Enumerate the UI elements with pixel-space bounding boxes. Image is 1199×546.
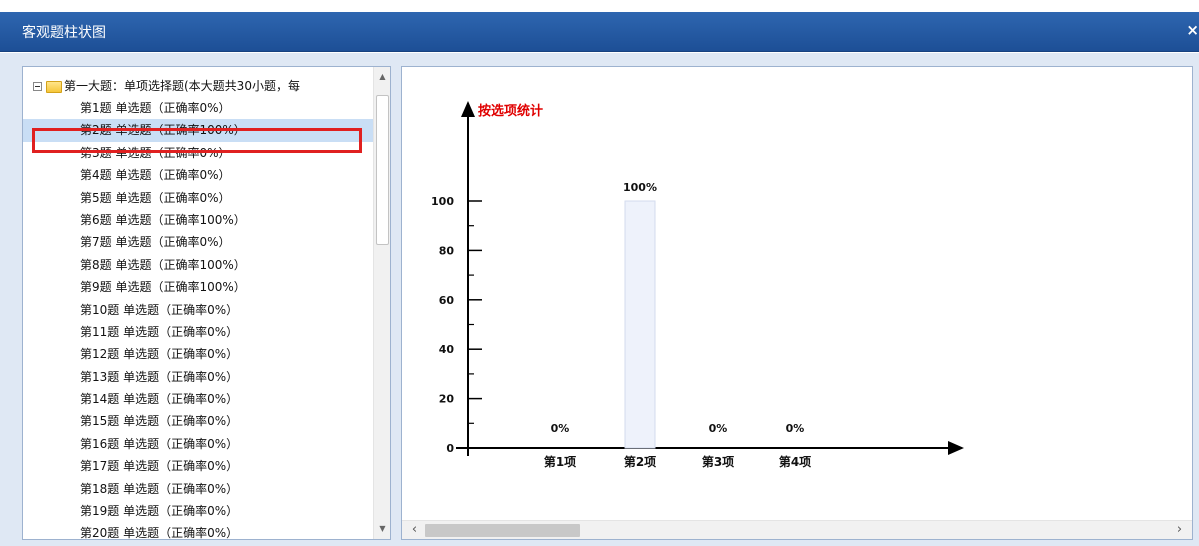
y-tick-label-40: 40 — [439, 343, 455, 356]
tree-item-question-14[interactable]: 第14题 单选题（正确率0%） — [23, 388, 373, 410]
question-list: 第1题 单选题（正确率0%） 第2题 单选题（正确率100%） 第3题 单选题（正确… — [23, 97, 373, 539]
tree-item-question-17[interactable]: 第17题 单选题（正确率0%） — [23, 455, 373, 477]
horizontal-scrollbar[interactable]: ‹ › — [402, 520, 1192, 539]
bar-chart: 按选项统计 0 20 40 60 80 100 0% 第1项 100% 第2项 0% 第3项 0% 第4项 — [431, 101, 964, 469]
scroll-up-icon[interactable]: ▲ — [374, 69, 390, 85]
folder-icon — [46, 80, 62, 93]
tree-root-node[interactable]: 第一大题：单项选择题(本大题共30小题，每 — [33, 77, 379, 95]
tree-item-question-15[interactable]: 第15题 单选题（正确率0%） — [23, 410, 373, 432]
vertical-scroll-thumb[interactable] — [376, 95, 389, 245]
tree-item-question-12[interactable]: 第12题 单选题（正确率0%） — [23, 343, 373, 365]
value-label-3: 0% — [709, 422, 728, 435]
value-label-4: 0% — [786, 422, 805, 435]
scroll-left-icon[interactable]: ‹ — [406, 521, 423, 539]
tree-item-question-18[interactable]: 第18题 单选题（正确率0%） — [23, 478, 373, 500]
y-tick-label-80: 80 — [439, 244, 455, 257]
tree-item-question-6[interactable]: 第6题 单选题（正确率100%） — [23, 209, 373, 231]
tree-item-question-16[interactable]: 第16题 单选题（正确率0%） — [23, 433, 373, 455]
tree-item-question-20[interactable]: 第20题 单选题（正确率0%） — [23, 522, 373, 539]
vertical-scrollbar[interactable]: ▲ ▼ — [373, 67, 390, 539]
tree-item-question-10[interactable]: 第10题 单选题（正确率0%） — [23, 299, 373, 321]
y-tick-label-20: 20 — [439, 393, 455, 406]
bar-2 — [624, 200, 656, 449]
x-tick-label-1: 第1项 — [544, 454, 576, 469]
tree-item-question-2[interactable]: 第2题 单选题（正确率100%） — [23, 119, 373, 142]
collapse-icon[interactable] — [33, 82, 42, 91]
horizontal-scroll-thumb[interactable] — [425, 524, 580, 537]
dialog-body: 第一大题：单项选择题(本大题共30小题，每 第1题 单选题（正确率0%） 第2题 … — [0, 53, 1199, 546]
value-label-1: 0% — [551, 422, 570, 435]
window-titlebar: 客观题柱状图 × — [0, 0, 1199, 53]
tree-item-question-19[interactable]: 第19题 单选题（正确率0%） — [23, 500, 373, 522]
y-tick-label-0: 0 — [446, 442, 454, 455]
chart-title: 按选项统计 — [478, 103, 543, 119]
chart-panel: 按选项统计 0 20 40 60 80 100 0% 第1项 100% 第2项 0% 第3项 0% 第4项 … — [401, 66, 1193, 540]
tree-item-question-5[interactable]: 第5题 单选题（正确率0%） — [23, 187, 373, 209]
tree-item-question-13[interactable]: 第13题 单选题（正确率0%） — [23, 366, 373, 388]
close-icon[interactable]: × — [1185, 20, 1199, 40]
tree-item-question-4[interactable]: 第4题 单选题（正确率0%） — [23, 164, 373, 186]
tree-item-question-3[interactable]: 第3题 单选题（正确率0%） — [23, 142, 373, 164]
question-tree-panel: 第一大题：单项选择题(本大题共30小题，每 第1题 单选题（正确率0%） 第2题 … — [22, 66, 391, 540]
tree-item-question-7[interactable]: 第7题 单选题（正确率0%） — [23, 231, 373, 253]
value-label-2: 100% — [623, 181, 657, 194]
titlebar-bar[interactable]: 客观题柱状图 × — [0, 12, 1199, 52]
x-tick-label-2: 第2项 — [624, 454, 656, 469]
x-tick-label-4: 第4项 — [779, 454, 811, 469]
y-tick-label-100: 100 — [431, 195, 454, 208]
x-tick-label-3: 第3项 — [702, 454, 734, 469]
window-title: 客观题柱状图 — [22, 25, 106, 41]
tree-root-label: 第一大题：单项选择题(本大题共30小题，每 — [64, 79, 300, 93]
tree-item-question-8[interactable]: 第8题 单选题（正确率100%） — [23, 254, 373, 276]
y-tick-label-60: 60 — [439, 294, 455, 307]
scroll-right-icon[interactable]: › — [1171, 521, 1188, 539]
tree-item-question-9[interactable]: 第9题 单选题（正确率100%） — [23, 276, 373, 298]
tree-item-question-1[interactable]: 第1题 单选题（正确率0%） — [23, 97, 373, 119]
scroll-down-icon[interactable]: ▼ — [374, 521, 390, 537]
tree-item-question-11[interactable]: 第11题 单选题（正确率0%） — [23, 321, 373, 343]
